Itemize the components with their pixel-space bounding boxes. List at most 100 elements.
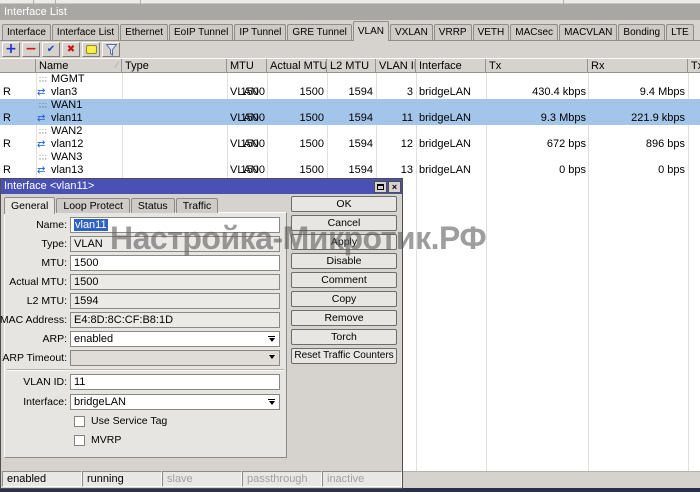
iface-rx: 0 bps: [658, 164, 685, 176]
remove-button[interactable]: −: [22, 42, 40, 57]
iface-vlan-id: 3: [406, 86, 413, 98]
table-row-vlan12[interactable]: R ⇄ vlan12 VLAN 1500 1500 1594 12 bridge…: [0, 138, 700, 151]
comment-marks: ;;;: [39, 102, 48, 109]
dialog-status-bar: enabled running slave passthrough inacti…: [2, 471, 402, 487]
iface-l2-mtu: 1594: [348, 112, 373, 124]
tab-ethernet[interactable]: Ethernet: [120, 24, 168, 40]
table-row-vlan11[interactable]: R ⇄ vlan11 VLAN 1500 1500 1594 11 bridge…: [0, 112, 700, 125]
col-flags[interactable]: [0, 59, 36, 73]
iface-l2-mtu: 1594: [348, 164, 373, 176]
iface-name: vlan3: [51, 86, 78, 98]
name-field[interactable]: vlan11: [70, 217, 280, 233]
col-actual-mtu[interactable]: Actual MTU: [267, 59, 327, 73]
tab-macvlan[interactable]: MACVLAN: [559, 24, 618, 40]
dialog-tab-loop-protect[interactable]: Loop Protect: [56, 198, 130, 213]
comment-text: MGMT: [51, 73, 85, 85]
comment-text: WAN1: [51, 99, 83, 111]
tab-ip-tunnel[interactable]: IP Tunnel: [234, 24, 287, 40]
col-l2-mtu[interactable]: L2 MTU: [327, 59, 376, 73]
col-interface[interactable]: Interface: [416, 59, 486, 73]
vlan-interface-icon: ⇄: [37, 139, 46, 150]
arp-timeout-dropdown[interactable]: [70, 350, 280, 366]
tab-vrrp[interactable]: VRRP: [433, 24, 472, 40]
reset-traffic-counters-button[interactable]: Reset Traffic Counters: [291, 348, 397, 364]
comment-row-wan3[interactable]: ;;; WAN3: [0, 151, 700, 164]
apply-button[interactable]: Apply: [291, 234, 397, 250]
tab-interface[interactable]: Interface: [2, 24, 51, 40]
comment-text: WAN2: [51, 125, 83, 137]
disable-button[interactable]: Disable: [291, 253, 397, 269]
col-tx-packet[interactable]: Tx P: [688, 59, 700, 73]
cancel-button[interactable]: Cancel: [291, 215, 397, 231]
iface-vlan-id: 12: [400, 138, 413, 150]
running-flag: R: [3, 112, 11, 124]
dropdown-icon[interactable]: [269, 355, 275, 359]
iface-parent: bridgeLAN: [419, 138, 471, 150]
interface-dropdown[interactable]: bridgeLAN: [70, 394, 280, 410]
use-service-tag-row: Use Service Tag: [74, 415, 167, 428]
col-tx[interactable]: Tx: [486, 59, 588, 73]
tab-interface-list[interactable]: Interface List: [51, 24, 120, 40]
dialog-tab-status[interactable]: Status: [130, 198, 175, 213]
window-titlebar[interactable]: Interface List: [0, 4, 700, 20]
mtu-field[interactable]: 1500: [70, 255, 280, 271]
table-row-vlan3[interactable]: R ⇄ vlan3 VLAN 1500 1500 1594 3 bridgeLA…: [0, 86, 700, 99]
tab-veth[interactable]: VETH: [472, 24, 510, 40]
tab-eoip-tunnel[interactable]: EoIP Tunnel: [169, 24, 234, 40]
col-vlan-id[interactable]: VLAN ID: [376, 59, 416, 73]
table-row-vlan13[interactable]: R ⇄ vlan13 VLAN 1500 1500 1594 13 bridge…: [0, 164, 700, 177]
tab-vlan[interactable]: VLAN: [352, 21, 389, 41]
ok-button[interactable]: OK: [291, 196, 397, 212]
vlan-id-field[interactable]: 11: [70, 374, 280, 390]
iface-actual-mtu: 1500: [299, 112, 324, 124]
tab-macsec[interactable]: MACsec: [510, 24, 559, 40]
vlan-interface-icon: ⇄: [37, 87, 46, 98]
dialog-tabbar: General Loop Protect Status Traffic: [4, 196, 219, 214]
col-name[interactable]: Name ∕: [36, 59, 122, 73]
comment-row-wan1[interactable]: ;;; WAN1: [0, 99, 700, 112]
copy-button[interactable]: Copy: [291, 291, 397, 307]
close-button[interactable]: ×: [388, 180, 401, 193]
remove-button[interactable]: Remove: [291, 310, 397, 326]
vlan-interface-icon: ⇄: [37, 113, 46, 124]
tab-vxlan[interactable]: VXLAN: [390, 24, 433, 40]
dialog-tab-traffic[interactable]: Traffic: [175, 198, 219, 213]
col-rx[interactable]: Rx: [588, 59, 688, 73]
dropdown-icon[interactable]: [268, 336, 275, 342]
col-mtu[interactable]: MTU: [227, 59, 267, 73]
disable-button[interactable]: ✖: [62, 42, 80, 57]
iface-actual-mtu: 1500: [299, 138, 324, 150]
tab-lte[interactable]: LTE: [666, 24, 694, 40]
arp-dropdown[interactable]: enabled: [70, 331, 280, 347]
maximize-button[interactable]: [374, 180, 387, 193]
running-flag: R: [3, 86, 11, 98]
cross-icon: ✖: [66, 44, 76, 55]
comment-button[interactable]: [82, 42, 100, 57]
comment-row-mgmt[interactable]: ;;; MGMT: [0, 73, 700, 86]
torch-button[interactable]: Torch: [291, 329, 397, 345]
iface-rx: 221.9 kbps: [631, 112, 685, 124]
status-slave: slave: [162, 471, 242, 487]
comment-row-wan2[interactable]: ;;; WAN2: [0, 125, 700, 138]
mvrp-checkbox[interactable]: [74, 435, 85, 446]
status-passthrough: passthrough: [242, 471, 322, 487]
running-flag: R: [3, 164, 11, 176]
dropdown-icon[interactable]: [268, 399, 275, 405]
tab-bonding[interactable]: Bonding: [618, 24, 666, 40]
iface-tx: 672 bps: [546, 138, 586, 150]
filter-icon: [105, 43, 117, 56]
actual-mtu-label: Actual MTU:: [9, 276, 67, 288]
filter-button[interactable]: [102, 42, 120, 57]
iface-tx: 430.4 kbps: [532, 86, 586, 98]
comment-button[interactable]: Comment: [291, 272, 397, 288]
dialog-titlebar[interactable]: Interface <vlan11> ×: [1, 179, 402, 194]
dialog-tab-general[interactable]: General: [4, 197, 56, 214]
iface-mtu: 1500: [240, 138, 265, 150]
add-button[interactable]: +: [2, 42, 20, 57]
iface-l2-mtu: 1594: [348, 138, 373, 150]
col-type[interactable]: Type: [122, 59, 227, 73]
use-service-tag-checkbox[interactable]: [74, 416, 85, 427]
tab-gre-tunnel[interactable]: GRE Tunnel: [287, 24, 352, 40]
dialog-title: Interface <vlan11>: [4, 180, 95, 192]
enable-button[interactable]: ✔: [42, 42, 60, 57]
